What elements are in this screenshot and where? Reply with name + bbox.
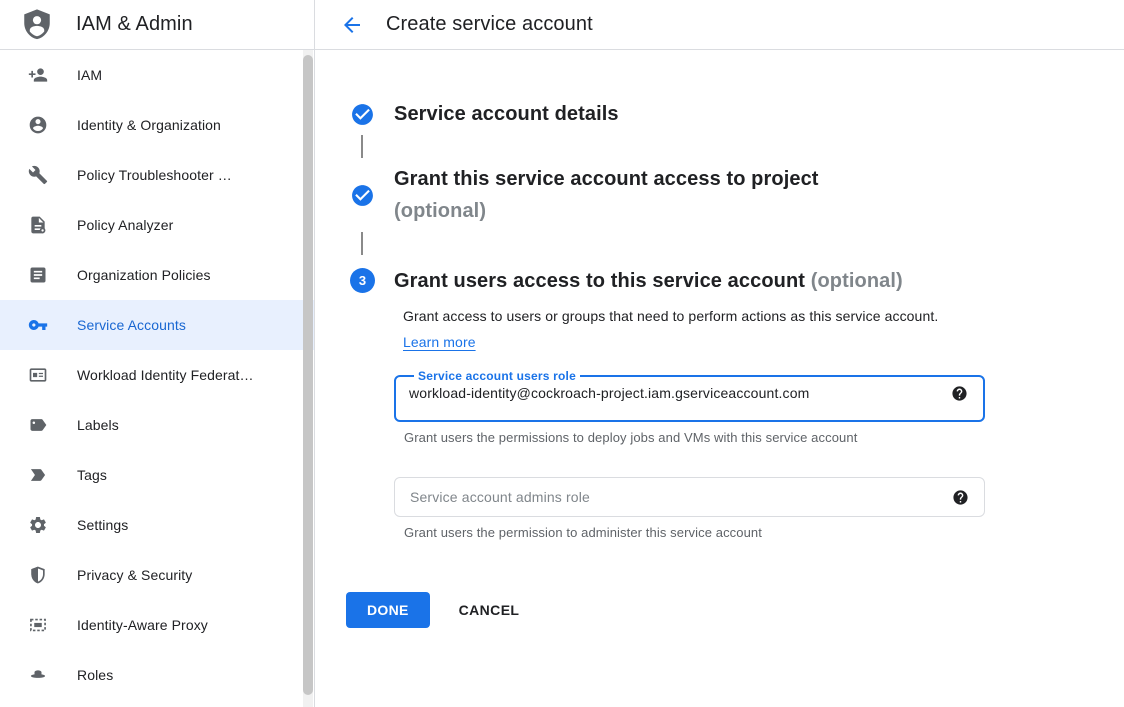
policy-analyzer-icon — [28, 215, 48, 235]
sidebar-item-label: Labels — [77, 417, 119, 433]
wizard-steps: Service account details Grant this servi… — [315, 50, 1124, 540]
roles-hat-icon — [28, 665, 48, 685]
sidebar-item-settings[interactable]: Settings — [0, 500, 315, 550]
proxy-icon — [28, 615, 48, 635]
wizard-actions: DONE CANCEL — [346, 592, 1124, 628]
step-connector-line — [361, 232, 363, 255]
product-header: IAM & Admin — [0, 0, 315, 49]
sidebar: IAM Identity & Organization Policy Troub… — [0, 50, 315, 707]
help-icon[interactable] — [951, 385, 968, 402]
sidebar-item-label: Tags — [77, 467, 107, 483]
label-icon — [28, 415, 48, 435]
sidebar-item-label: Roles — [77, 667, 113, 683]
users-role-field-label: Service account users role — [414, 369, 580, 383]
sidebar-item-privacy-security[interactable]: Privacy & Security — [0, 550, 315, 600]
sidebar-item-label: Policy Troubleshooter … — [77, 167, 232, 183]
step-title: Grant this service account access to pro… — [394, 163, 1124, 227]
users-role-input[interactable] — [409, 383, 941, 410]
shield-half-icon — [28, 565, 48, 585]
sidebar-item-label: Workload Identity Federat… — [77, 367, 254, 383]
article-icon — [28, 265, 48, 285]
page-header: Create service account — [315, 0, 1124, 49]
sidebar-item-iam[interactable]: IAM — [0, 50, 315, 100]
sidebar-scrollbar-thumb[interactable] — [303, 55, 313, 695]
learn-more-link[interactable]: Learn more — [403, 334, 476, 350]
sidebar-item-organization-policies[interactable]: Organization Policies — [0, 250, 315, 300]
step-complete-check-icon — [350, 102, 375, 127]
sidebar-item-identity-organization[interactable]: Identity & Organization — [0, 100, 315, 150]
step-connector-line — [361, 135, 363, 158]
sidebar-item-label: Identity & Organization — [77, 117, 221, 133]
step-grant-access-to-project: Grant this service account access to pro… — [350, 163, 1124, 227]
account-circle-icon — [28, 115, 48, 135]
back-button[interactable] — [340, 13, 364, 37]
badge-card-icon — [28, 365, 48, 385]
sidebar-item-policy-analyzer[interactable]: Policy Analyzer — [0, 200, 315, 250]
optional-label: (optional) — [394, 195, 1124, 227]
step-number-badge: 3 — [350, 268, 375, 293]
done-button[interactable]: DONE — [346, 592, 430, 628]
step-title: Grant users access to this service accou… — [394, 265, 1124, 297]
step-description: Grant access to users or groups that nee… — [403, 303, 951, 355]
sidebar-item-label: Service Accounts — [77, 317, 186, 333]
step-grant-users-access: 3 Grant users access to this service acc… — [350, 265, 1124, 540]
sidebar-item-label: Policy Analyzer — [77, 217, 173, 233]
sidebar-item-labels[interactable]: Labels — [0, 400, 315, 450]
admins-role-helper-text: Grant users the permission to administer… — [404, 525, 1124, 540]
admins-role-input[interactable] — [408, 488, 942, 506]
person-add-icon — [28, 65, 48, 85]
sidebar-item-service-accounts[interactable]: Service Accounts — [0, 300, 315, 350]
cancel-button[interactable]: CANCEL — [443, 592, 536, 628]
sidebar-content-divider — [314, 0, 315, 707]
sidebar-item-tags[interactable]: Tags — [0, 450, 315, 500]
main-content: Service account details Grant this servi… — [315, 50, 1124, 707]
users-role-field: Service account users role — [394, 369, 985, 422]
page-title: Create service account — [386, 13, 593, 36]
sidebar-item-workload-identity-federation[interactable]: Workload Identity Federat… — [0, 350, 315, 400]
step-complete-check-icon — [350, 183, 375, 208]
step-service-account-details: Service account details — [350, 98, 1124, 130]
optional-label: (optional) — [811, 270, 903, 292]
step-title: Service account details — [394, 98, 1124, 130]
help-icon[interactable] — [952, 489, 969, 506]
sidebar-item-label: Settings — [77, 517, 128, 533]
iam-shield-person-icon — [20, 8, 54, 42]
users-role-helper-text: Grant users the permissions to deploy jo… — [404, 430, 1124, 445]
sidebar-item-label: IAM — [77, 67, 102, 83]
wrench-icon — [28, 165, 48, 185]
sidebar-item-roles[interactable]: Roles — [0, 650, 315, 700]
service-account-key-icon — [28, 315, 48, 335]
sidebar-item-label: Organization Policies — [77, 267, 211, 283]
app-header: IAM & Admin Create service account — [0, 0, 1124, 50]
product-title: IAM & Admin — [76, 13, 193, 36]
gear-icon — [28, 515, 48, 535]
sidebar-item-policy-troubleshooter[interactable]: Policy Troubleshooter … — [0, 150, 315, 200]
back-arrow-icon — [340, 13, 364, 37]
tag-icon — [28, 465, 48, 485]
admins-role-field — [394, 477, 985, 517]
sidebar-item-label: Privacy & Security — [77, 567, 192, 583]
sidebar-item-label: Identity-Aware Proxy — [77, 617, 208, 633]
sidebar-item-identity-aware-proxy[interactable]: Identity-Aware Proxy — [0, 600, 315, 650]
